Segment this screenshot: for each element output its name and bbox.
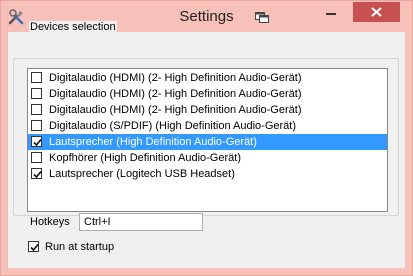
- hotkeys-value: Ctrl+I: [84, 216, 111, 228]
- device-label: Digitalaudio (HDMI) (2- High Definition …: [49, 72, 302, 84]
- run-at-startup-label: Run at startup: [45, 241, 115, 253]
- hotkeys-input[interactable]: Ctrl+I: [79, 213, 203, 231]
- device-list-item[interactable]: Digitalaudio (HDMI) (2- High Definition …: [28, 86, 387, 102]
- close-button[interactable]: [353, 2, 400, 22]
- minimize-button[interactable]: [318, 2, 344, 22]
- device-label: Lautsprecher (Logitech USB Headset): [49, 168, 235, 180]
- device-checkbox[interactable]: [31, 88, 42, 99]
- device-list-item[interactable]: Kopfhörer (High Definition Audio-Gerät): [28, 150, 387, 166]
- devices-list[interactable]: Digitalaudio (HDMI) (2- High Definition …: [27, 68, 388, 212]
- device-checkbox[interactable]: [31, 120, 42, 131]
- device-checkbox[interactable]: [31, 136, 42, 147]
- checkmark-icon: [30, 243, 39, 252]
- device-list-item[interactable]: Digitalaudio (S/PDIF) (High Definition A…: [28, 118, 387, 134]
- hotkeys-label: Hotkeys: [30, 216, 70, 228]
- checkbox-box[interactable]: [28, 241, 39, 252]
- restore-window-icon[interactable]: [255, 12, 269, 23]
- devices-group-label: Devices selection: [29, 21, 117, 33]
- checkmark-icon: [33, 138, 42, 147]
- device-list-item[interactable]: Lautsprecher (Logitech USB Headset): [28, 166, 387, 182]
- device-label: Digitalaudio (S/PDIF) (High Definition A…: [49, 120, 296, 132]
- settings-window: Settings Digitalaudio (HDMI) (2- High De…: [0, 0, 413, 276]
- device-label: Digitalaudio (HDMI) (2- High Definition …: [49, 88, 302, 100]
- device-checkbox[interactable]: [31, 104, 42, 115]
- minimize-icon: [326, 13, 336, 15]
- device-list-item[interactable]: Digitalaudio (HDMI) (2- High Definition …: [28, 70, 387, 86]
- client-area: Digitalaudio (HDMI) (2- High Definition …: [8, 32, 405, 268]
- device-checkbox[interactable]: [31, 72, 42, 83]
- device-checkbox[interactable]: [31, 152, 42, 163]
- device-list-item[interactable]: Lautsprecher (High Definition Audio-Gerä…: [28, 134, 387, 150]
- device-label: Kopfhörer (High Definition Audio-Gerät): [49, 152, 241, 164]
- close-icon: [371, 7, 382, 17]
- device-label: Lautsprecher (High Definition Audio-Gerä…: [49, 136, 257, 148]
- device-list-item[interactable]: Digitalaudio (HDMI) (2- High Definition …: [28, 102, 387, 118]
- checkmark-icon: [33, 170, 42, 179]
- device-checkbox[interactable]: [31, 168, 42, 179]
- device-label: Digitalaudio (HDMI) (2- High Definition …: [49, 104, 302, 116]
